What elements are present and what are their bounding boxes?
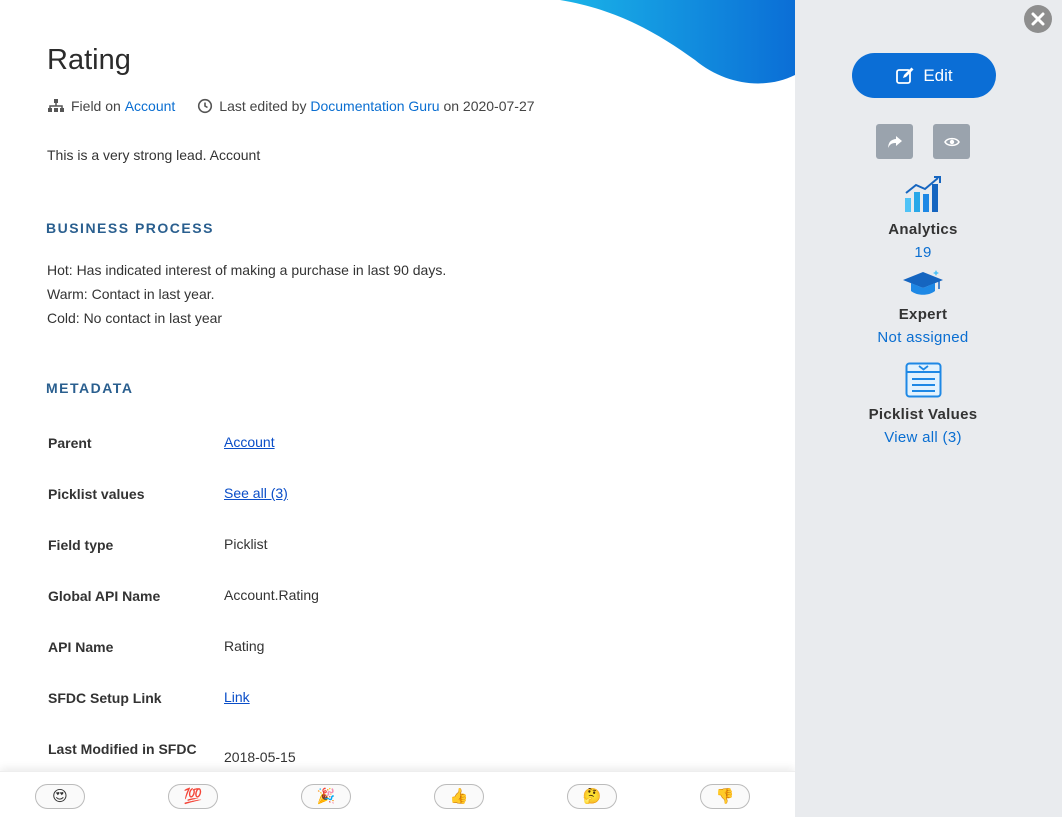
edit-button-label: Edit (923, 65, 953, 85)
last-edited-prefix: Last edited by (219, 98, 307, 114)
field-description: This is a very strong lead. Account (47, 147, 261, 163)
picklist-values-link[interactable]: See all (3) (224, 485, 288, 501)
header-wave-decoration (560, 0, 795, 84)
eye-icon (943, 137, 960, 146)
sfdc-setup-link[interactable]: Link (224, 689, 250, 705)
share-button[interactable] (876, 124, 913, 159)
field-on-prefix: Field on (71, 98, 121, 114)
reaction-party-button[interactable]: 🎉 (301, 784, 351, 809)
expert-label: Expert (898, 306, 948, 323)
expert-value[interactable]: Not assigned (795, 329, 1051, 346)
metadata-value: 2018-05-15 (224, 749, 296, 765)
heart-eyes-icon: 😍 (52, 788, 68, 805)
thumbs-down-icon: 👎 (715, 788, 735, 805)
business-process-text: Hot: Has indicated interest of making a … (47, 258, 446, 330)
thinking-face-icon: 🤔 (582, 788, 602, 805)
field-on-object-link[interactable]: Account (125, 98, 176, 114)
business-process-heading: BUSINESS PROCESS (46, 220, 214, 236)
hundred-icon: 💯 (183, 788, 203, 805)
reaction-bar: 😍 💯 🎉 👍 🤔 👎 (0, 771, 795, 817)
picklist-icon (905, 362, 942, 398)
last-edited-user-link[interactable]: Documentation Guru (310, 98, 439, 114)
metadata-label: SFDC Setup Link (48, 690, 162, 706)
metadata-value: Rating (224, 638, 265, 654)
thumbs-up-icon: 👍 (449, 788, 469, 805)
party-popper-icon: 🎉 (316, 788, 336, 805)
field-meta-line: Field on Account Last edited by Document… (47, 98, 535, 114)
business-process-line: Hot: Has indicated interest of making a … (47, 262, 447, 278)
picklist-view-all-link[interactable]: View all (3) (795, 429, 1051, 446)
main-panel: Rating Field on Account Last edited by D… (0, 0, 795, 817)
metadata-label: Picklist values (48, 486, 145, 502)
metadata-row-sfdc-setup-link: SFDC Setup Link Link (48, 689, 748, 729)
metadata-heading: METADATA (46, 380, 134, 396)
last-edited-date: 2020-07-27 (462, 98, 535, 114)
clock-icon (198, 98, 213, 114)
metadata-row-parent: Parent Account (48, 434, 748, 474)
metadata-label: Field type (48, 537, 114, 553)
share-icon (887, 135, 902, 148)
metadata-value: Picklist (224, 536, 268, 552)
business-process-line: Warm: Contact in last year. (47, 286, 215, 302)
picklist-label: Picklist Values (868, 406, 978, 423)
analytics-icon (905, 176, 941, 212)
picklist-stat: Picklist Values View all (3) (795, 406, 1051, 446)
analytics-stat: Analytics 19 (795, 221, 1051, 261)
reaction-thinking-button[interactable]: 🤔 (567, 784, 617, 809)
metadata-row-global-api-name: Global API Name Account.Rating (48, 587, 748, 627)
last-edited-on: on (443, 98, 460, 114)
edit-icon (896, 67, 914, 84)
reaction-heart-eyes-button[interactable]: 😍 (35, 784, 85, 809)
hierarchy-icon (48, 99, 64, 112)
reaction-thumbs-up-button[interactable]: 👍 (434, 784, 484, 809)
metadata-row-picklist-values: Picklist values See all (3) (48, 485, 748, 525)
parent-link[interactable]: Account (224, 434, 275, 450)
metadata-label: Last Modified in SFDC (48, 741, 197, 757)
analytics-value[interactable]: 19 (795, 244, 1051, 261)
page-title: Rating (47, 44, 131, 76)
metadata-label: Global API Name (48, 588, 161, 604)
expert-stat: Expert Not assigned (795, 306, 1051, 346)
reaction-thumbs-down-button[interactable]: 👎 (700, 784, 750, 809)
reaction-hundred-button[interactable]: 💯 (168, 784, 218, 809)
page-root: Rating Field on Account Last edited by D… (0, 0, 1062, 817)
watch-button[interactable] (933, 124, 970, 159)
close-icon (1031, 12, 1045, 26)
graduation-cap-icon (903, 270, 943, 295)
metadata-label: API Name (48, 639, 114, 655)
metadata-row-api-name: API Name Rating (48, 638, 748, 678)
metadata-label: Parent (48, 435, 92, 451)
close-button[interactable] (1024, 5, 1052, 33)
metadata-value: Account.Rating (224, 587, 319, 603)
edit-button[interactable]: Edit (852, 53, 996, 98)
analytics-label: Analytics (888, 221, 958, 238)
business-process-line: Cold: No contact in last year (47, 310, 223, 326)
metadata-row-field-type: Field type Picklist (48, 536, 748, 576)
